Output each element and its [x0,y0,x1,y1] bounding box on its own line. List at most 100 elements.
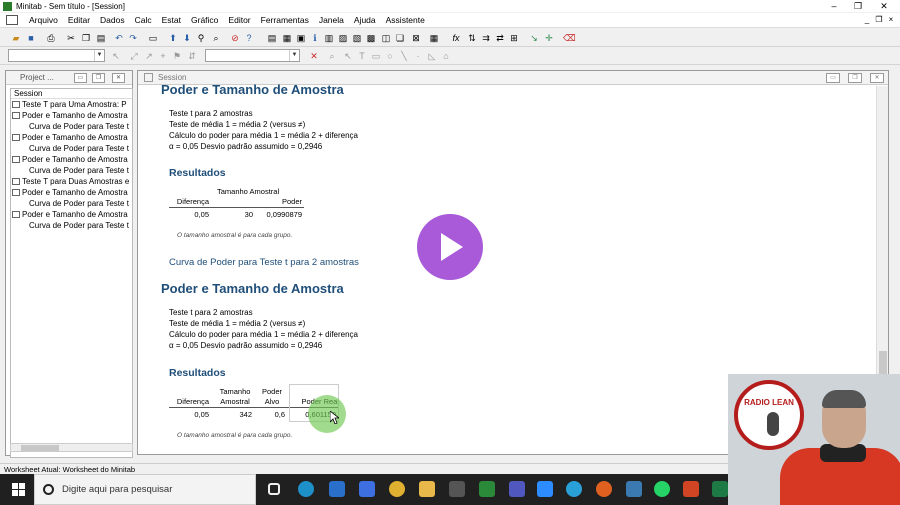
history-icon[interactable]: ▥ [323,32,335,44]
taskbar-search[interactable]: Digite aqui para pesquisar [34,474,256,505]
worksheet-icon[interactable]: ▦ [281,32,293,44]
edit-last-dialog-icon[interactable]: ▦ [428,32,440,44]
tree-item[interactable]: Teste T para Uma Amostra: P [11,99,132,110]
tree-item[interactable]: Poder e Tamanho de Amostra [11,110,132,121]
whatsapp-icon[interactable] [654,481,670,497]
session-close-button[interactable]: ✕ [870,73,884,83]
graph-folder-icon[interactable]: ▣ [295,32,307,44]
telegram-icon[interactable] [566,481,582,497]
notes-icon[interactable] [626,481,642,497]
close-button[interactable]: ✕ [872,0,896,12]
graph-combo[interactable]: ▼ [205,49,300,62]
session-minimize-button[interactable]: ▭ [826,73,840,83]
point-tool-icon[interactable]: · [412,50,424,62]
find-icon[interactable]: ⌕ [210,32,222,44]
tree-item[interactable]: Poder e Tamanho de Amostra [11,187,132,198]
zoom-icon[interactable]: ⌕ [326,50,338,62]
file-explorer-icon[interactable] [419,481,435,497]
cut-icon[interactable]: ✂ [65,32,77,44]
tree-item[interactable]: Poder e Tamanho de Amostra [11,209,132,220]
menu-assistente[interactable]: Assistente [381,15,430,25]
brush-tool-icon[interactable]: ↖ [110,50,122,62]
teams-icon[interactable] [509,481,525,497]
mdi-minimize-button[interactable]: _ [862,14,872,25]
excel-icon[interactable] [712,481,728,497]
flag-tool-icon[interactable]: ⚑ [171,50,183,62]
menu-ferramentas[interactable]: Ferramentas [256,15,314,25]
tile-icon[interactable]: ◫ [380,32,392,44]
pane-minimize-button[interactable]: ▭ [74,73,87,83]
close-all-icon[interactable]: ⊠ [410,32,422,44]
text-tool-icon[interactable]: T [356,50,368,62]
tree-horizontal-scrollbar[interactable] [10,443,133,452]
plus-tool-icon[interactable]: + [157,50,169,62]
menu-grafico[interactable]: Gráfico [186,15,223,25]
tree-item[interactable]: Curva de Poder para Teste t [11,121,132,132]
graph-icon[interactable]: ▨ [337,32,349,44]
paste-icon[interactable]: ▤ [95,32,107,44]
line-tool-icon[interactable]: ⤢ [128,50,140,62]
powerpoint-icon[interactable] [683,481,699,497]
firefox-icon[interactable] [596,481,612,497]
binoculars-icon[interactable]: ⚲ [195,32,207,44]
report-icon[interactable]: ▧ [351,32,363,44]
menu-editor[interactable]: Editor [223,15,255,25]
crosshair-icon[interactable]: ✛ [543,32,555,44]
pane-restore-button[interactable]: ❐ [92,73,105,83]
menu-calc[interactable]: Calc [130,15,157,25]
mdi-close-button[interactable]: × [886,14,896,25]
pane-close-button[interactable]: ✕ [112,73,125,83]
polyline-tool-icon[interactable]: ⌂ [440,50,452,62]
info-icon[interactable]: ℹ [309,32,321,44]
tree-item[interactable]: Poder e Tamanho de Amostra [11,154,132,165]
insert-rows-icon[interactable]: ⇅ [466,32,478,44]
tree-item[interactable]: Curva de Poder para Teste t [11,220,132,231]
menu-arquivo[interactable]: Arquivo [24,15,63,25]
power-curve-link[interactable]: Curva de Poder para Teste t para 2 amost… [169,257,359,268]
menu-estat[interactable]: Estat [157,15,186,25]
tree-item[interactable]: Curva de Poder para Teste t [11,198,132,209]
insert-columns-icon[interactable]: ⇉ [480,32,492,44]
task-view-icon[interactable] [268,483,280,495]
video-play-button[interactable] [417,214,483,280]
ellipse-tool-icon[interactable]: ○ [384,50,396,62]
formula-icon[interactable]: fx [450,32,462,44]
session-window-icon[interactable]: ▤ [266,32,278,44]
project-icon[interactable]: ▩ [365,32,377,44]
minimize-button[interactable]: – [822,0,846,12]
tree-item[interactable]: Curva de Poder para Teste t [11,143,132,154]
insert-cells-icon[interactable]: ⊞ [508,32,520,44]
menu-editar[interactable]: Editar [63,15,95,25]
move-columns-icon[interactable]: ⇄ [494,32,506,44]
arrow-up-icon[interactable]: ⬆ [167,32,179,44]
tree-item[interactable]: Teste T para Duas Amostras e [11,176,132,187]
menu-ajuda[interactable]: Ajuda [349,15,381,25]
tree-item[interactable]: Curva de Poder para Teste t [11,165,132,176]
print-icon[interactable]: ⎙ [45,32,57,44]
cancel-icon[interactable]: ⊘ [229,32,241,44]
window-icon[interactable]: ▭ [147,32,159,44]
worksheet-combo[interactable]: ▼ [8,49,105,62]
line-draw-icon[interactable]: ╲ [398,50,410,62]
cascade-icon[interactable]: ❏ [394,32,406,44]
sort-tool-icon[interactable]: ⇵ [186,50,198,62]
restore-button[interactable]: ❐ [846,0,870,12]
open-icon[interactable]: ▰ [10,32,22,44]
menu-janela[interactable]: Janela [314,15,349,25]
minitab-taskbar-icon[interactable] [479,481,495,497]
save-icon[interactable]: ■ [25,32,37,44]
store-icon[interactable] [359,481,375,497]
arrow-down-icon[interactable]: ⬇ [181,32,193,44]
help-icon[interactable]: ? [243,32,255,44]
scrollbar-thumb[interactable] [21,445,59,451]
windows-start-icon[interactable] [12,483,25,496]
brush-icon[interactable]: ↘ [528,32,540,44]
undo-icon[interactable]: ↶ [113,32,125,44]
arrow-tool-icon[interactable]: ↗ [143,50,155,62]
tree-item[interactable]: Poder e Tamanho de Amostra [11,132,132,143]
copy-icon[interactable]: ❐ [80,32,92,44]
mail-icon[interactable] [329,481,345,497]
polygon-tool-icon[interactable]: ◺ [426,50,438,62]
menu-dados[interactable]: Dados [95,15,130,25]
zoom-app-icon[interactable] [537,481,553,497]
